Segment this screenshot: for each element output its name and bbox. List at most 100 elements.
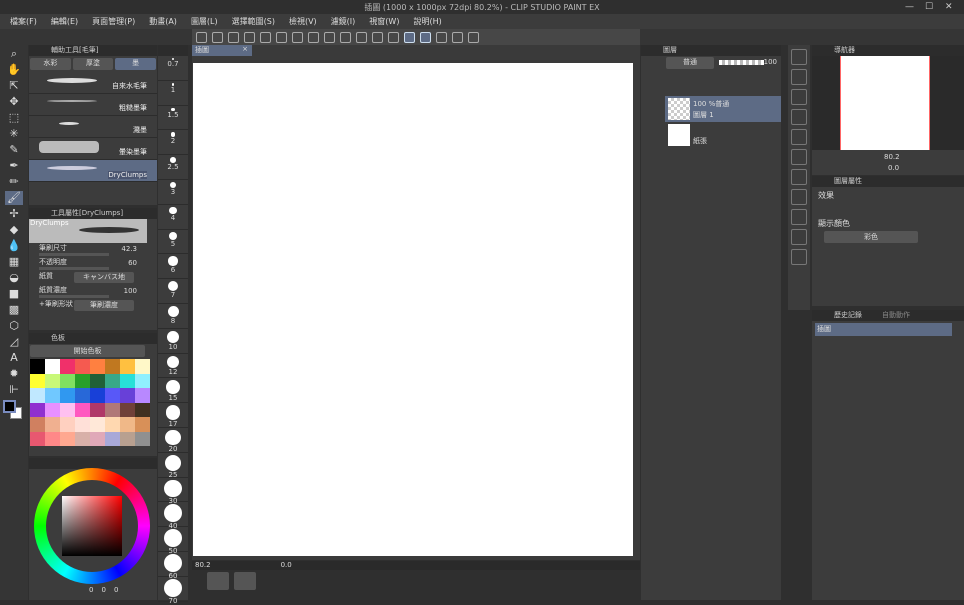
brush-size-item[interactable]: 17 bbox=[158, 405, 188, 428]
color-swatch[interactable] bbox=[120, 402, 135, 417]
color-swatch[interactable] bbox=[30, 388, 45, 403]
brush-size-item[interactable]: 12 bbox=[158, 355, 188, 379]
brush-item[interactable]: 粗糙墨筆 bbox=[29, 94, 157, 116]
hand-tool-icon[interactable]: ✋ bbox=[5, 63, 23, 77]
pencil-icon[interactable]: ✏ bbox=[5, 175, 23, 189]
material-icon[interactable] bbox=[791, 169, 807, 185]
operation-tool-icon[interactable]: ⇱ bbox=[5, 79, 23, 93]
blend-mode-dropdown[interactable]: 普通 bbox=[666, 57, 714, 69]
menu-selection[interactable]: 選擇範圍(S) bbox=[232, 16, 275, 27]
color-swatch[interactable] bbox=[120, 388, 135, 403]
ruler-icon[interactable] bbox=[436, 31, 447, 43]
layer-row-selected[interactable]: 100 %普通 圖層 1 bbox=[665, 96, 781, 122]
paper-density-slider[interactable]: 紙質濃度 100 bbox=[29, 285, 157, 299]
crop-icon[interactable] bbox=[340, 31, 351, 43]
color-swatch[interactable] bbox=[105, 359, 120, 374]
open-icon[interactable] bbox=[228, 31, 239, 43]
clip-studio-icon[interactable] bbox=[196, 31, 207, 43]
brush-size-item[interactable]: 10 bbox=[158, 330, 188, 354]
color-swatch[interactable] bbox=[120, 373, 135, 388]
fill-icon[interactable] bbox=[324, 31, 335, 43]
menu-animation[interactable]: 動畫(A) bbox=[149, 16, 177, 27]
color-swatch[interactable] bbox=[135, 431, 150, 446]
color-swatch[interactable] bbox=[45, 373, 60, 388]
color-swatch[interactable] bbox=[60, 373, 75, 388]
brush-size-slider[interactable]: 筆刷尺寸 42.3 bbox=[29, 243, 157, 257]
smooth-icon[interactable] bbox=[420, 31, 431, 43]
brush-size-item[interactable]: 3 bbox=[158, 181, 188, 205]
color-swatch[interactable] bbox=[90, 359, 105, 374]
color-swatch[interactable] bbox=[60, 402, 75, 417]
menu-window[interactable]: 視窗(W) bbox=[369, 16, 399, 27]
redo-icon[interactable] bbox=[276, 31, 287, 43]
zoom-value[interactable]: 80.2 bbox=[195, 561, 211, 570]
brush-size-item[interactable]: 15 bbox=[158, 380, 188, 404]
opacity-slider[interactable] bbox=[719, 60, 764, 65]
brush-size-item[interactable]: 70 bbox=[158, 578, 188, 605]
material-icon[interactable] bbox=[791, 89, 807, 105]
color-swatch[interactable] bbox=[105, 402, 120, 417]
color-swatch[interactable] bbox=[120, 359, 135, 374]
history-item[interactable]: 插圖 bbox=[815, 323, 952, 336]
text-tool-icon[interactable]: A bbox=[5, 351, 23, 365]
material-icon[interactable] bbox=[791, 249, 807, 265]
frame-icon[interactable]: ▦ bbox=[5, 255, 23, 269]
color-swatch[interactable] bbox=[45, 402, 60, 417]
menu-file[interactable]: 檔案(F) bbox=[10, 16, 37, 27]
color-swatch[interactable] bbox=[75, 431, 90, 446]
stabilize-icon[interactable] bbox=[404, 31, 415, 43]
color-swatch[interactable] bbox=[60, 359, 75, 374]
brush-size-item[interactable]: 6 bbox=[158, 256, 188, 280]
menu-view[interactable]: 檢視(V) bbox=[289, 16, 317, 27]
menu-edit[interactable]: 編輯(E) bbox=[51, 16, 78, 27]
brush-size-item[interactable]: 7 bbox=[158, 281, 188, 304]
history-tab[interactable]: 歷史記錄 bbox=[834, 310, 862, 321]
deselect-icon[interactable] bbox=[292, 31, 303, 43]
figure-icon[interactable]: ⬡ bbox=[5, 319, 23, 333]
layer-row-paper[interactable]: 紙張 bbox=[665, 122, 781, 148]
material-icon[interactable] bbox=[791, 129, 807, 145]
brush-size-item[interactable]: 5 bbox=[158, 231, 188, 255]
brush-size-item[interactable]: 40 bbox=[158, 504, 188, 530]
color-swatch[interactable] bbox=[45, 431, 60, 446]
eyedropper-icon[interactable]: ✎ bbox=[5, 143, 23, 157]
balloon-icon[interactable]: ✹ bbox=[5, 367, 23, 381]
fill-tool-icon[interactable]: ◒ bbox=[5, 271, 23, 285]
navigator-rotation[interactable]: 0.0 bbox=[888, 164, 899, 172]
color-swatch[interactable] bbox=[90, 373, 105, 388]
tab-thick-paint[interactable]: 厚塗 bbox=[72, 58, 114, 70]
color-swatch[interactable] bbox=[105, 431, 120, 446]
brush-icon[interactable]: 🖌 bbox=[5, 191, 23, 205]
tab-watercolor[interactable]: 水彩 bbox=[30, 58, 71, 70]
display-color-dropdown[interactable]: 彩色 bbox=[824, 231, 918, 243]
save-icon[interactable] bbox=[244, 31, 255, 43]
color-swatch[interactable] bbox=[75, 417, 90, 432]
brush-size-item[interactable]: 20 bbox=[158, 429, 188, 453]
magic-wand-icon[interactable]: ✳ bbox=[5, 127, 23, 141]
blend-icon[interactable]: 💧 bbox=[5, 239, 23, 253]
color-swatch[interactable] bbox=[45, 417, 60, 432]
gradient-icon[interactable]: ■ bbox=[5, 287, 23, 301]
layer-panel-icon[interactable] bbox=[791, 49, 807, 65]
ruler-tool-icon[interactable]: ◿ bbox=[5, 335, 23, 349]
help-icon[interactable] bbox=[468, 31, 479, 43]
navigator-zoom[interactable]: 80.2 bbox=[884, 153, 900, 161]
tab-ink[interactable]: 墨 bbox=[115, 58, 157, 70]
brush-item-selected[interactable]: DryClumps bbox=[29, 160, 157, 182]
brush-size-item[interactable]: 25 bbox=[158, 454, 188, 479]
color-swatch[interactable] bbox=[120, 417, 135, 432]
timeline-button[interactable] bbox=[207, 572, 229, 590]
color-swatch[interactable] bbox=[105, 417, 120, 432]
menu-layer[interactable]: 圖層(L) bbox=[191, 16, 218, 27]
search-layer-icon[interactable] bbox=[791, 69, 807, 85]
color-swatch[interactable] bbox=[105, 388, 120, 403]
brush-size-item[interactable]: 30 bbox=[158, 479, 188, 505]
color-swatch[interactable] bbox=[75, 359, 90, 374]
color-swatch[interactable] bbox=[90, 388, 105, 403]
color-swatch[interactable] bbox=[90, 417, 105, 432]
color-swatch[interactable] bbox=[60, 388, 75, 403]
selection-icon[interactable] bbox=[308, 31, 319, 43]
color-swatch[interactable] bbox=[30, 373, 45, 388]
brush-size-item[interactable]: 50 bbox=[158, 529, 188, 555]
selection-tool-icon[interactable]: ⬚ bbox=[5, 111, 23, 125]
